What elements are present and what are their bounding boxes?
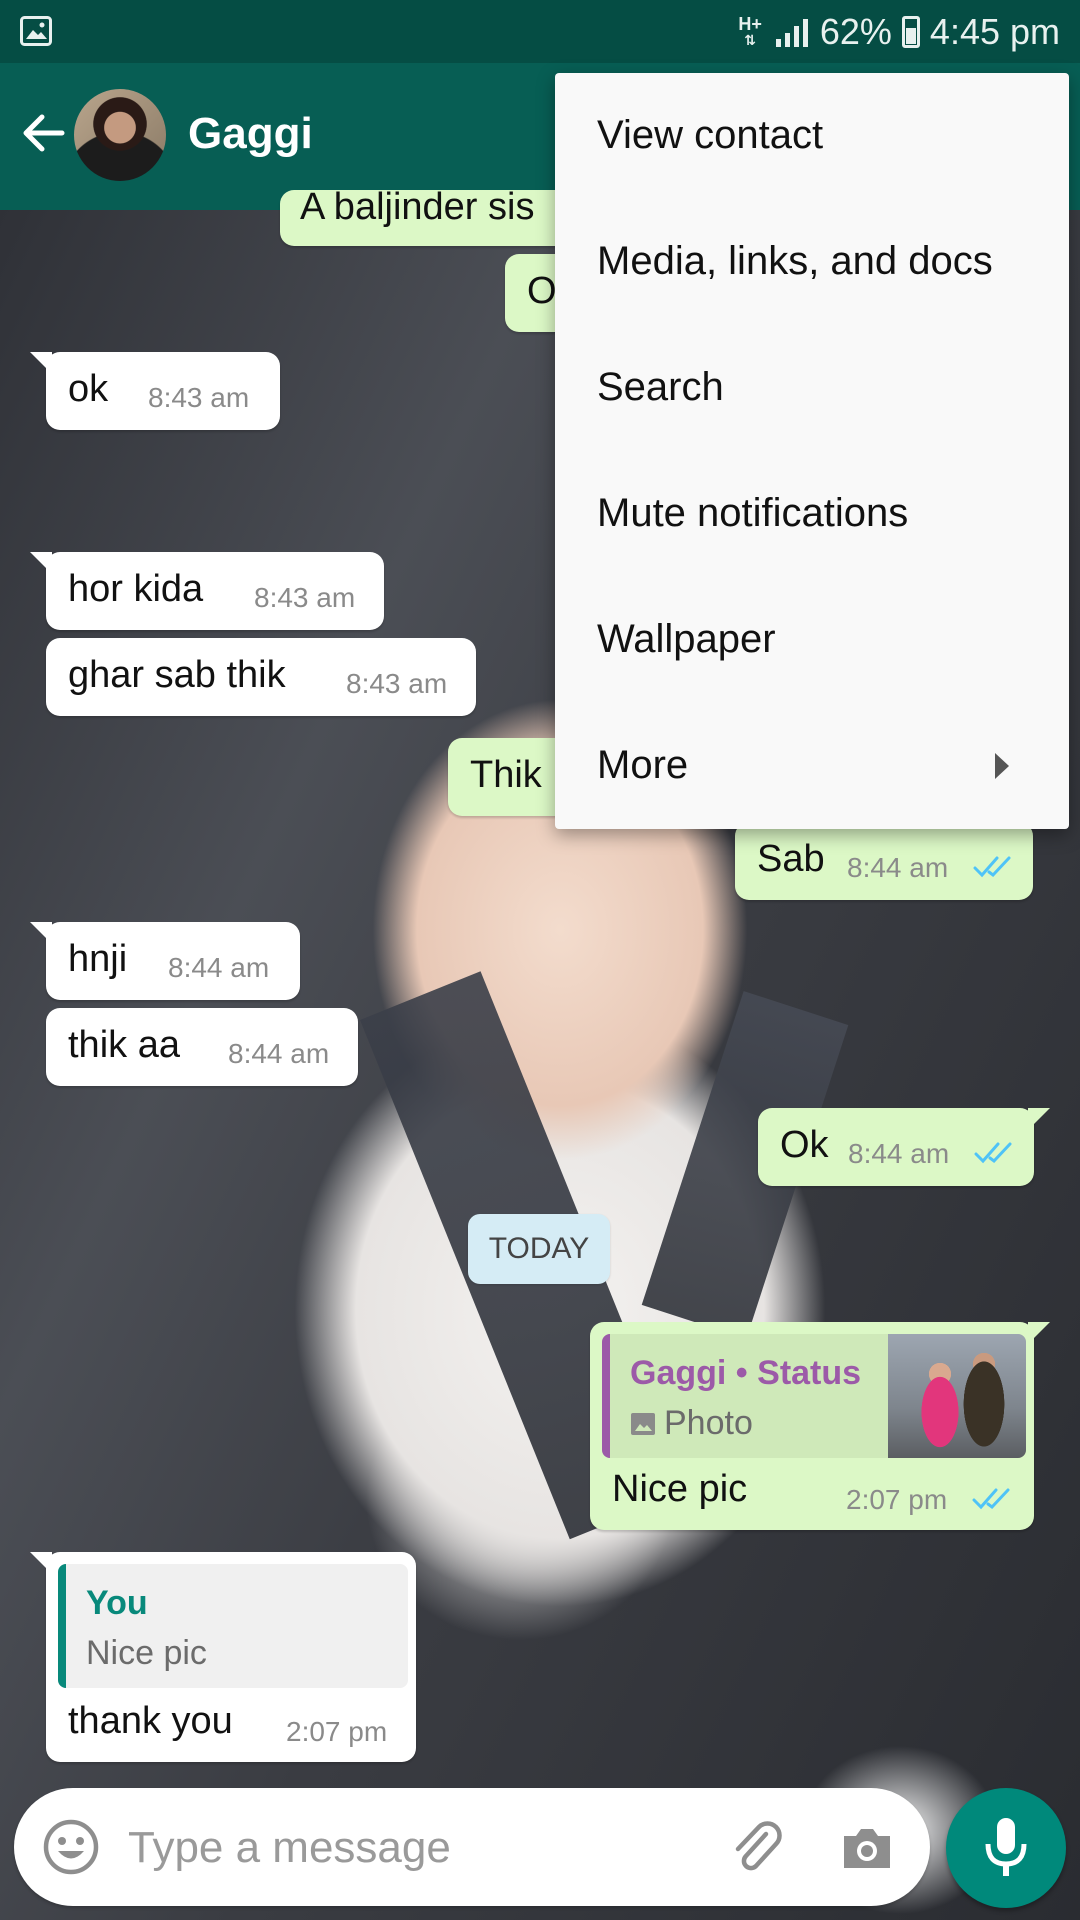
message-bubble[interactable]: You Nice pic thank you 2:07 pm: [30, 1552, 416, 1762]
photo-icon: [631, 1412, 655, 1435]
gallery-icon: [20, 16, 52, 46]
menu-item-label: Mute notifications: [597, 491, 909, 535]
attach-icon[interactable]: [726, 1816, 786, 1876]
quote-subtitle: Photo: [630, 1404, 753, 1443]
bubble-tail: [30, 552, 52, 574]
menu-item-mute-notifications[interactable]: Mute notifications: [555, 451, 1069, 577]
message-text: ok: [68, 368, 109, 410]
bubble-tail: [1028, 1322, 1050, 1344]
double-check-icon: [972, 1488, 1010, 1510]
bubble-tail: [1028, 1108, 1050, 1130]
menu-item-media-links-docs[interactable]: Media, links, and docs: [555, 199, 1069, 325]
status-bar: H+ ⇅ 62% 4:45 pm: [0, 0, 1080, 63]
message-time: 2:07 pm: [846, 1484, 948, 1515]
message-text: ghar sab thik: [68, 654, 286, 696]
battery-percent: 62%: [819, 10, 892, 52]
quote-author: You: [86, 1584, 148, 1622]
network-type: H+ ⇅: [738, 13, 762, 48]
message-bubble[interactable]: ok 8:43 am: [30, 352, 280, 430]
message-input[interactable]: [126, 1812, 690, 1884]
menu-item-wallpaper[interactable]: Wallpaper: [555, 577, 1069, 703]
message-bubble[interactable]: ghar sab thik 8:43 am: [46, 638, 476, 716]
message-time: 2:07 pm: [286, 1716, 388, 1747]
bubble-tail: [30, 352, 52, 374]
message-time: 8:44 am: [228, 1038, 330, 1069]
back-arrow-icon[interactable]: [18, 107, 70, 159]
message-time: 8:43 am: [346, 668, 448, 699]
message-text: O: [527, 270, 557, 312]
message-text: Ok: [780, 1124, 829, 1166]
message-text: A baljinder sis: [300, 190, 535, 228]
message-text: thik aa: [68, 1024, 180, 1066]
quote-subtitle-text: Photo: [664, 1404, 753, 1442]
menu-item-label: Wallpaper: [597, 617, 776, 661]
bubble-tail: [30, 922, 52, 944]
message-bubble[interactable]: hor kida 8:43 am: [30, 552, 384, 630]
message-text: Sab: [757, 838, 825, 880]
double-check-icon: [974, 1142, 1012, 1164]
menu-item-label: Media, links, and docs: [597, 239, 993, 283]
quoted-status[interactable]: Gaggi • Status Photo: [602, 1334, 1026, 1458]
message-bubble[interactable]: thik aa 8:44 am: [46, 1008, 358, 1086]
double-check-icon: [973, 856, 1011, 878]
message-bubble[interactable]: A baljinder sis: [280, 190, 580, 246]
menu-item-more[interactable]: More: [555, 703, 1069, 829]
avatar[interactable]: [74, 89, 166, 181]
quote-bar: [58, 1564, 66, 1688]
signal-icon: [775, 18, 808, 47]
menu-item-label: More: [597, 743, 689, 787]
message-bubble[interactable]: Gaggi • Status Photo Nice pic 2:07 pm: [590, 1322, 1050, 1530]
message-time: 8:44 am: [168, 952, 270, 983]
message-time: 8:43 am: [148, 382, 250, 413]
message-text: hnji: [68, 938, 128, 980]
message-time: 8:44 am: [848, 1138, 950, 1169]
message-text: Thik: [470, 754, 542, 796]
status-thumbnail: [888, 1334, 1026, 1458]
emoji-icon[interactable]: [42, 1818, 100, 1876]
message-text: Nice pic: [612, 1468, 748, 1510]
status-time: 4:45 pm: [929, 10, 1060, 52]
submenu-arrow-icon: [995, 753, 1009, 779]
message-composer: [14, 1788, 930, 1906]
date-divider: TODAY: [468, 1214, 610, 1284]
battery-icon: [901, 15, 920, 48]
quoted-message[interactable]: You Nice pic: [58, 1564, 408, 1688]
contact-name[interactable]: Gaggi: [188, 109, 313, 159]
quote-author: Gaggi • Status: [630, 1354, 862, 1392]
mic-icon: [985, 1818, 1027, 1876]
message-time: 8:43 am: [254, 582, 356, 613]
menu-item-search[interactable]: Search: [555, 325, 1069, 451]
message-bubble[interactable]: Ok 8:44 am: [758, 1108, 1050, 1186]
quote-subtitle: Nice pic: [86, 1634, 207, 1672]
mic-button[interactable]: [946, 1788, 1066, 1908]
message-bubble[interactable]: Sab 8:44 am: [735, 822, 1033, 900]
overflow-menu: View contact Media, links, and docs Sear…: [555, 73, 1069, 829]
bubble-tail: [30, 1552, 52, 1574]
message-time: 8:44 am: [847, 852, 949, 883]
quote-bar: [602, 1334, 610, 1458]
menu-item-label: Search: [597, 365, 724, 409]
message-text: thank you: [68, 1700, 233, 1742]
menu-item-label: View contact: [597, 113, 824, 157]
message-text: hor kida: [68, 568, 204, 610]
message-bubble[interactable]: hnji 8:44 am: [30, 922, 300, 1000]
camera-icon[interactable]: [838, 1818, 896, 1876]
menu-item-view-contact[interactable]: View contact: [555, 73, 1069, 199]
